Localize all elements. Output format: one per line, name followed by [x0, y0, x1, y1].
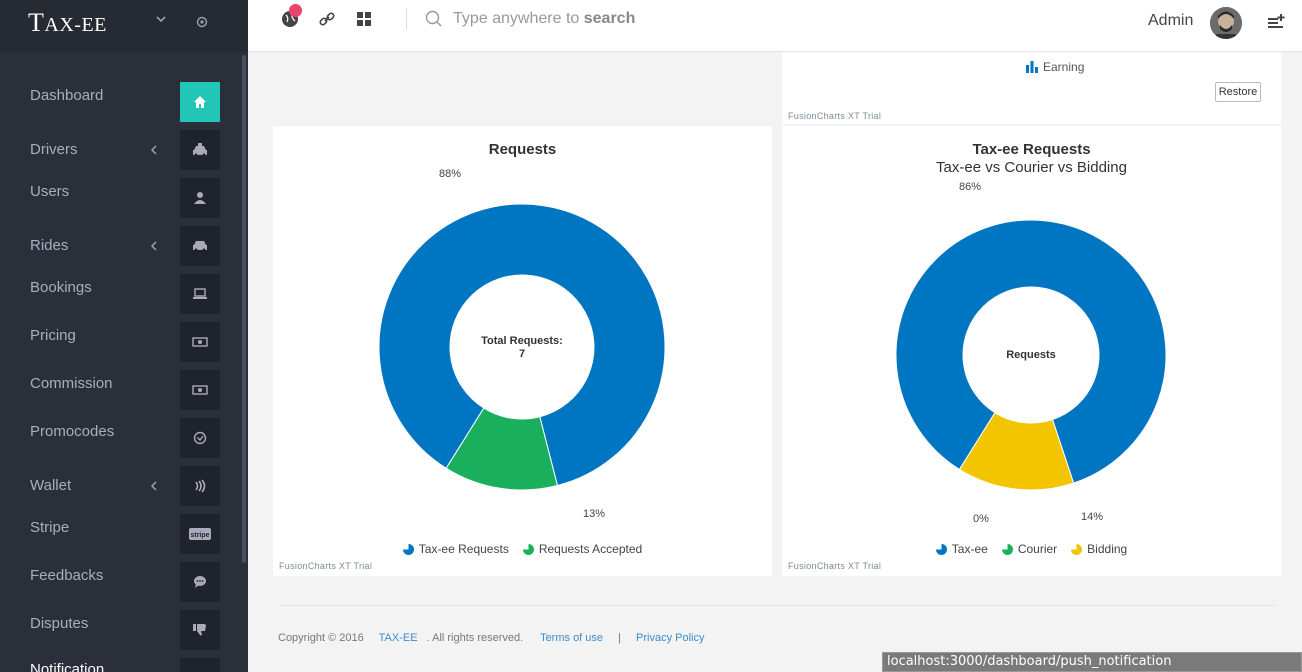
sidebar-item-label: Dashboard	[30, 87, 104, 104]
slice-value-label: 0%	[973, 513, 989, 525]
privacy-link[interactable]: Privacy Policy	[636, 632, 704, 644]
legend-label: Tax-ee Requests	[418, 542, 509, 556]
status-bar-url: localhost:3000/dashboard/push_notificati…	[882, 652, 1302, 672]
stripe-icon[interactable]: stripe	[180, 514, 220, 554]
sidebar-item-label: Feedbacks	[30, 567, 104, 584]
chevron-left-icon[interactable]	[149, 480, 159, 492]
search-placeholder-bold: search	[583, 10, 636, 27]
home-icon[interactable]	[180, 82, 220, 122]
sidebar-item-label: Users	[30, 183, 70, 200]
legend-pie-icon	[935, 543, 947, 555]
footer-rights: . All rights reserved.	[426, 632, 524, 644]
legend-label: Courier	[1017, 542, 1058, 556]
search-icon	[425, 10, 442, 27]
sidebar-scrollbar[interactable]	[242, 55, 246, 563]
sidebar-item-label: Notification	[30, 661, 105, 672]
slice-value-label: 14%	[1081, 511, 1103, 523]
legend-item[interactable]: Tax-ee	[935, 542, 988, 556]
sidebar-item-label: Stripe	[30, 519, 70, 536]
chart-legend: Tax-ee Courier Bidding	[782, 542, 1281, 556]
sidebar-item-label: Disputes	[30, 615, 89, 632]
terms-link[interactable]: Terms of use	[540, 632, 603, 644]
taxee-requests-chart-panel: Tax-ee Requests Tax-ee vs Courier vs Bid…	[782, 126, 1281, 576]
sidebar-item-label: Rides	[30, 237, 69, 254]
requests-doughnut-chart[interactable]: 88% 13% Total Requests:7	[273, 126, 772, 576]
target-icon[interactable]	[195, 15, 209, 29]
taxee-requests-doughnut-chart[interactable]: 86% 0% 14% Requests	[782, 126, 1281, 576]
header-divider	[406, 8, 407, 30]
sidebar-item-label: Promocodes	[30, 423, 115, 440]
svg-text:stripe: stripe	[190, 532, 209, 539]
center-label: Requests	[1006, 349, 1056, 361]
app-logo[interactable]: TAX-EE	[28, 8, 107, 38]
legend-label: Requests Accepted	[538, 542, 643, 556]
footer-copyright: Copyright © 2016	[278, 632, 364, 644]
add-menu-icon[interactable]	[1266, 12, 1286, 32]
chat-icon[interactable]	[180, 562, 220, 602]
clock-icon[interactable]	[180, 418, 220, 458]
slice-value-label: 88%	[439, 168, 461, 180]
legend-item[interactable]: Requests Accepted	[522, 542, 643, 556]
legend-label: Bidding	[1087, 542, 1128, 556]
sidebar-item-label: Drivers	[30, 141, 78, 158]
legend-item[interactable]: Bidding	[1071, 542, 1127, 556]
fusioncharts-trial-label: FusionCharts XT Trial	[788, 111, 882, 121]
top-header: Type anywhere to search Admin	[248, 0, 1302, 52]
footer-divider	[278, 605, 1276, 606]
fusioncharts-trial-label: FusionCharts XT Trial	[788, 561, 882, 571]
notification-badge	[289, 4, 302, 17]
user-icon[interactable]	[180, 178, 220, 218]
bar-chart-icon	[1026, 61, 1038, 73]
center-label: Total Requests:	[481, 335, 563, 347]
taxi-icon[interactable]	[180, 130, 220, 170]
legend-pie-icon	[402, 543, 414, 555]
footer-brand-link[interactable]: TAX-EE	[379, 632, 418, 644]
sidebar-item-label: Commission	[30, 375, 113, 392]
chevron-down-icon[interactable]	[154, 12, 168, 26]
chart-legend: Tax-ee Requests Requests Accepted	[273, 542, 772, 556]
car-icon[interactable]	[180, 226, 220, 266]
legend-item[interactable]: Courier	[1001, 542, 1058, 556]
legend-pie-icon	[1071, 543, 1083, 555]
footer-separator: |	[618, 632, 621, 644]
fusioncharts-trial-label: FusionCharts XT Trial	[279, 561, 373, 571]
legend-label: Tax-ee	[951, 542, 988, 556]
sidebar-item-label: Wallet	[30, 477, 72, 494]
earning-chart-panel: Earning Restore FusionCharts XT Trial	[782, 52, 1281, 124]
money-icon[interactable]	[180, 322, 220, 362]
slice-value-label: 13%	[583, 508, 605, 520]
chevron-left-icon[interactable]	[149, 144, 159, 156]
laptop-icon[interactable]	[180, 274, 220, 314]
earning-legend-label: Earning	[1043, 60, 1085, 74]
requests-chart-panel: Requests 88% 13% Total Requests: 7 Tax-ee R…	[273, 126, 772, 576]
bell-icon[interactable]	[180, 658, 220, 672]
avatar[interactable]	[1210, 7, 1242, 39]
grid-icon[interactable]	[354, 9, 374, 29]
center-label: 7	[519, 348, 525, 360]
sidebar-item-label: Bookings	[30, 279, 92, 296]
link-icon[interactable]	[317, 9, 337, 29]
legend-pie-icon	[1001, 543, 1013, 555]
legend-item[interactable]: Tax-ee Requests	[402, 542, 509, 556]
sidebar: TAX-EE Dashboard Drivers Users Rides Booking…	[0, 0, 248, 672]
search-input[interactable]: Type anywhere to search	[453, 6, 813, 32]
footer: Copyright © 2016 TAX-EE . All rights res…	[278, 632, 704, 644]
sidebar-header: TAX-EE	[0, 0, 248, 52]
chevron-left-icon[interactable]	[149, 240, 159, 252]
legend-pie-icon	[522, 543, 534, 555]
restore-button[interactable]: Restore	[1215, 82, 1261, 102]
thumbs-down-icon[interactable]	[180, 610, 220, 650]
admin-name[interactable]: Admin	[1148, 12, 1193, 30]
contactless-icon[interactable]	[180, 466, 220, 506]
search-placeholder: Type anywhere to	[453, 10, 584, 27]
slice-value-label: 86%	[959, 181, 981, 193]
sidebar-item-label: Pricing	[30, 327, 76, 344]
earning-legend[interactable]: Earning	[1026, 60, 1084, 74]
money-icon[interactable]	[180, 370, 220, 410]
